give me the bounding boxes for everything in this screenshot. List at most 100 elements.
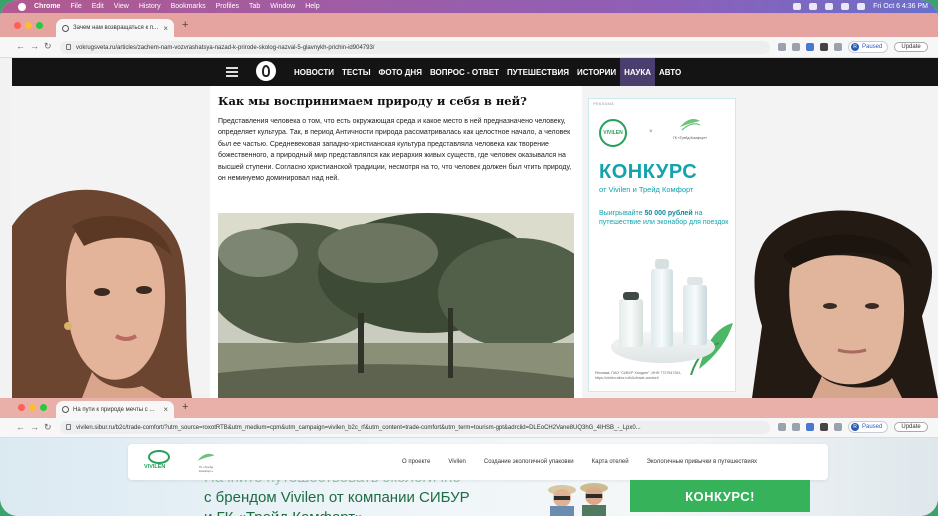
update-button[interactable]: Update [894,42,928,52]
browser1-toolbar-actions: R Paused Update [778,41,928,53]
nav-travel[interactable]: ПУТЕШЕСТВИЯ [503,58,573,86]
browser2-tab-title: На пути к природе мечты с ... [73,406,155,413]
zoom-window-icon[interactable] [36,22,43,29]
record-icon[interactable] [793,3,802,10]
close-window-icon[interactable] [14,22,21,29]
ad-woman-image[interactable] [12,186,202,398]
address-bar[interactable]: vokrugsveta.ru/articles/zachem-nam-vozvr… [60,41,770,54]
menu-bookmarks[interactable]: Bookmarks [171,3,206,10]
nav-eco-packaging[interactable]: Создание экологичной упаковки [484,459,574,465]
ad-headline: КОНКУРС [599,161,698,183]
nav-about[interactable]: О проекте [402,459,430,465]
sidepanel-icon[interactable] [834,43,842,51]
address-bar-2[interactable]: vivilen.sibur.ru/b2c/trade-comfort/?utm_… [60,421,770,434]
menu-view[interactable]: View [114,3,129,10]
ad-bottle-1 [619,299,643,347]
reload-icon[interactable]: ↻ [44,41,52,52]
menu-help[interactable]: Help [305,3,319,10]
lock-icon [66,44,71,50]
share2-icon[interactable] [778,423,786,431]
vivilen-logo: VIVILEN [599,119,627,147]
ad-subhead: от Vivilen и Трейд Комфорт [599,185,694,194]
close-tab-icon[interactable]: × [163,24,168,33]
trade-comfort-logo-2[interactable]: ГК «Трейд Комфорт» [192,452,220,474]
new-tab-icon[interactable]: + [182,19,188,31]
nav-news[interactable]: НОВОСТИ [290,58,338,86]
bookmark-star-icon[interactable] [792,43,800,51]
close-tab2-icon[interactable]: × [163,405,168,414]
profile-paused-button-2[interactable]: R Paused [848,421,889,433]
reload2-icon[interactable]: ↻ [44,422,52,433]
nav-auto[interactable]: АВТО [655,58,685,86]
back2-icon[interactable]: ← [16,422,25,432]
browser1-tab[interactable]: Зачем нам возвращаться к п... × [56,19,174,37]
ad-bottle-2 [651,269,673,347]
vivilen-logo-2[interactable]: VIVILEN [144,450,174,474]
notes-icon[interactable] [809,3,818,10]
browser2-tab[interactable]: На пути к природе мечты с ... × [56,401,174,418]
browser1-toolbar: ← → ↻ vokrugsveta.ru/articles/zachem-nam… [0,37,938,58]
site-favicon-icon [62,24,69,32]
browser1-tabbar: Зачем нам возвращаться к п... × + [0,13,938,37]
konkurs-button[interactable]: КОНКУРС! [630,480,810,512]
nav-eco-habits[interactable]: Экологичные привычки в путешествиях [647,459,757,465]
translate2-icon[interactable] [806,423,814,431]
address-url-2: vivilen.sibur.ru/b2c/trade-comfort/?utm_… [76,424,641,431]
search-icon[interactable] [841,3,850,10]
nav-qa[interactable]: ВОПРОС - ОТВЕТ [426,58,503,86]
forward2-icon[interactable]: → [30,422,39,432]
back-icon[interactable]: ← [16,41,25,51]
nav-tests[interactable]: ТЕСТЫ [338,58,375,86]
ad-bottle-1-cap [623,292,639,300]
apple-icon[interactable] [18,2,26,11]
menu-app-name[interactable]: Chrome [34,3,60,10]
profile-avatar-2: R [851,423,859,431]
hamburger-menu-icon[interactable] [226,67,238,77]
nav-stories[interactable]: ИСТОРИИ [573,58,620,86]
menu-history[interactable]: History [139,3,161,10]
ad-win-prefix: Выигрывайте [599,210,645,217]
forward-icon[interactable]: → [30,41,39,51]
vivilen-nav-links: О проекте Vivilen Создание экологичной у… [402,444,757,480]
share-icon[interactable] [778,43,786,51]
extensions-icon[interactable] [820,43,828,51]
new-tab2-icon[interactable]: + [182,401,188,413]
sidepanel2-icon[interactable] [834,423,842,431]
travelers-image [548,483,608,516]
zoom-window2-icon[interactable] [40,404,47,411]
nav-photo-of-day[interactable]: ФОТО ДНЯ [375,58,426,86]
menubar-clock[interactable]: Fri Oct 6 4:36 PM [873,3,928,10]
site-navbar: НОВОСТИ ТЕСТЫ ФОТО ДНЯ ВОПРОС - ОТВЕТ ПУ… [12,58,938,86]
update-button-2[interactable]: Update [894,422,928,432]
bookmark-star2-icon[interactable] [792,423,800,431]
site-logo[interactable] [256,61,276,81]
article-column: Как мы воспринимаем природу и себя в ней… [210,86,582,398]
profile-avatar: R [851,43,859,51]
wifi-icon[interactable] [825,3,834,10]
control-center-icon[interactable] [857,3,866,10]
mac-menubar: Chrome File Edit View History Bookmarks … [0,0,938,13]
browser2-toolbar-actions: R Paused Update [778,421,928,433]
ad-banner[interactable]: РЕКЛАМА VIVILEN × ГК «Трейд Комфорт» КОН… [588,98,736,392]
menu-profiles[interactable]: Profiles [216,3,239,10]
menu-file[interactable]: File [70,3,81,10]
extensions2-icon[interactable] [820,423,828,431]
translate-icon[interactable] [806,43,814,51]
menu-window[interactable]: Window [270,3,295,10]
nav-science[interactable]: НАУКА [620,58,656,86]
address-url: vokrugsveta.ru/articles/zachem-nam-vozvr… [76,44,375,51]
profile-paused-button[interactable]: R Paused [848,41,889,53]
browser1-tab-title: Зачем нам возвращаться к п... [73,25,159,31]
minimize-window-icon[interactable] [25,22,32,29]
window-controls [14,22,43,29]
menu-tab[interactable]: Tab [249,3,260,10]
nav-hotel-map[interactable]: Карта отелей [592,459,629,465]
paused-label: Paused [862,44,883,50]
minimize-window2-icon[interactable] [29,404,36,411]
article-painting-image[interactable] [218,213,574,398]
nav-vivilen[interactable]: Vivilen [448,459,466,465]
close-window2-icon[interactable] [18,404,25,411]
article-title: Как мы воспринимаем природу и себя в ней… [218,94,527,108]
ad-man-image[interactable] [742,206,938,398]
menu-edit[interactable]: Edit [92,3,104,10]
